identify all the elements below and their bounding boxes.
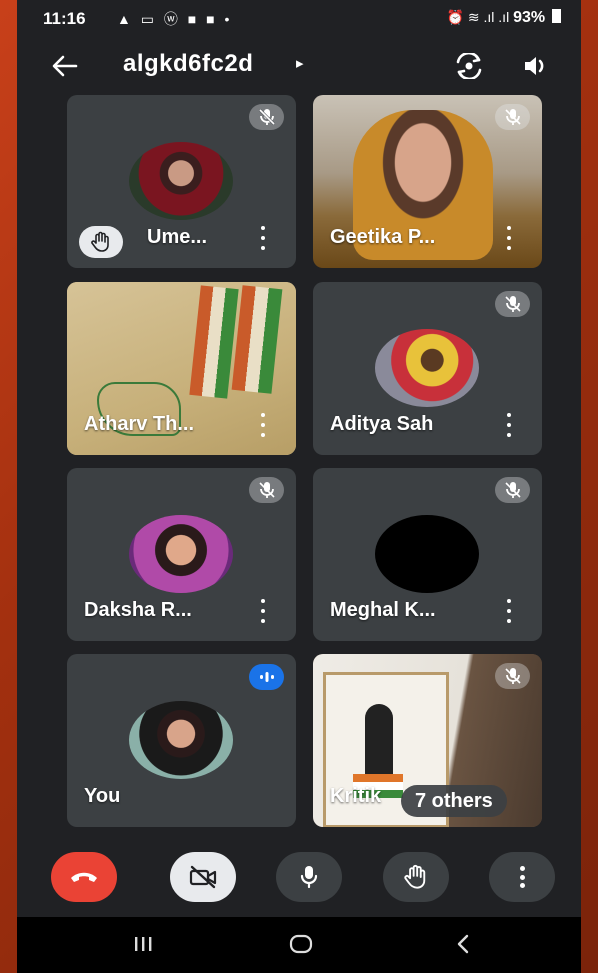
notification-icons: ▲ ▭ ⓦ ■ ■ • bbox=[117, 11, 233, 27]
avatar bbox=[129, 515, 233, 593]
raise-hand-icon bbox=[91, 231, 109, 252]
back-arrow-icon bbox=[52, 55, 78, 77]
system-navigation-bar bbox=[17, 917, 581, 973]
camera-toggle-button[interactable] bbox=[170, 852, 236, 902]
battery-level: 93% bbox=[513, 9, 546, 26]
more-vert-icon[interactable] bbox=[258, 226, 268, 250]
nav-back-button[interactable] bbox=[443, 929, 483, 959]
raise-hand-button[interactable] bbox=[383, 852, 449, 902]
status-time: 11:16 bbox=[43, 9, 86, 28]
switch-camera-button[interactable] bbox=[449, 46, 489, 86]
participant-tile[interactable]: Meghal K... bbox=[313, 468, 542, 641]
more-vert-icon[interactable] bbox=[504, 226, 514, 250]
home-button[interactable] bbox=[281, 929, 321, 959]
call-header: algkd6fc2d ▸ bbox=[17, 40, 581, 90]
status-bar: 11:16 ▲ ▭ ⓦ ■ ■ • ⏰ ≋ .ıl .ıl 93% bbox=[17, 0, 581, 36]
audio-level-icon bbox=[259, 672, 274, 682]
recents-icon bbox=[135, 937, 152, 951]
more-vert-icon[interactable] bbox=[258, 413, 268, 437]
battery-icon bbox=[552, 9, 561, 23]
avatar bbox=[375, 515, 479, 593]
participant-tile[interactable]: Ume... bbox=[67, 95, 296, 268]
end-call-icon bbox=[71, 872, 97, 882]
meeting-details-caret[interactable]: ▸ bbox=[296, 54, 304, 72]
participant-tile[interactable]: Aditya Sah bbox=[313, 282, 542, 455]
nav-back-icon bbox=[457, 934, 469, 954]
participant-name: Aditya Sah bbox=[330, 413, 434, 435]
participant-name: Daksha R... bbox=[84, 599, 192, 621]
end-call-button[interactable] bbox=[51, 852, 117, 902]
speaker-icon bbox=[525, 57, 544, 75]
participant-name: Atharv Th... bbox=[84, 413, 195, 435]
more-vert-icon bbox=[519, 866, 525, 888]
mic-off-badge bbox=[495, 291, 530, 317]
more-options-button[interactable] bbox=[489, 852, 555, 902]
participant-name: Meghal K... bbox=[330, 599, 436, 621]
mic-off-icon bbox=[504, 109, 521, 125]
meeting-code[interactable]: algkd6fc2d bbox=[123, 50, 253, 78]
participant-tile[interactable]: Geetika P... bbox=[313, 95, 542, 268]
phone-screen: 11:16 ▲ ▭ ⓦ ■ ■ • ⏰ ≋ .ıl .ıl 93% algkd6… bbox=[17, 0, 581, 973]
mic-off-icon bbox=[504, 482, 521, 498]
avatar bbox=[129, 142, 233, 220]
camera-off-icon bbox=[189, 865, 217, 889]
participant-tile[interactable]: Daksha R... bbox=[67, 468, 296, 641]
mic-button[interactable] bbox=[276, 852, 342, 902]
others-tile[interactable]: Kritik 7 others bbox=[313, 654, 542, 827]
avatar bbox=[129, 701, 233, 779]
signal-icons: ⏰ ≋ .ıl .ıl bbox=[446, 9, 510, 25]
mic-off-badge bbox=[495, 104, 530, 130]
speaking-indicator bbox=[249, 664, 284, 690]
raise-hand-icon bbox=[404, 864, 426, 889]
others-count-badge[interactable]: 7 others bbox=[401, 785, 507, 817]
avatar bbox=[375, 329, 479, 407]
participant-tile[interactable]: Atharv Th... bbox=[67, 282, 296, 455]
system-icons: ⏰ ≋ .ıl .ıl 93% bbox=[447, 9, 561, 27]
participant-name: Ume... bbox=[147, 226, 208, 248]
mic-off-badge bbox=[249, 477, 284, 503]
self-tile[interactable]: You bbox=[67, 654, 296, 827]
participant-name: Kritik bbox=[330, 785, 382, 807]
others-count-label: 7 others bbox=[415, 789, 493, 812]
mic-off-icon bbox=[258, 108, 275, 126]
mic-icon bbox=[300, 866, 318, 889]
speaker-button[interactable] bbox=[516, 46, 556, 86]
mic-off-icon bbox=[258, 482, 275, 498]
more-vert-icon[interactable] bbox=[504, 413, 514, 437]
mic-off-badge bbox=[495, 477, 530, 503]
mic-off-icon bbox=[504, 296, 521, 312]
more-vert-icon[interactable] bbox=[258, 599, 268, 623]
switch-camera-icon bbox=[456, 53, 482, 79]
home-icon bbox=[289, 934, 313, 954]
mic-off-badge bbox=[495, 663, 530, 689]
back-button[interactable] bbox=[45, 46, 85, 86]
participant-name: Geetika P... bbox=[330, 226, 436, 248]
more-vert-icon[interactable] bbox=[504, 599, 514, 623]
participant-name: You bbox=[84, 785, 121, 807]
mic-off-badge bbox=[249, 104, 284, 130]
call-controls bbox=[17, 848, 581, 906]
recents-button[interactable] bbox=[123, 929, 163, 959]
mic-off-icon bbox=[504, 668, 521, 684]
hand-raised-badge bbox=[79, 226, 123, 258]
